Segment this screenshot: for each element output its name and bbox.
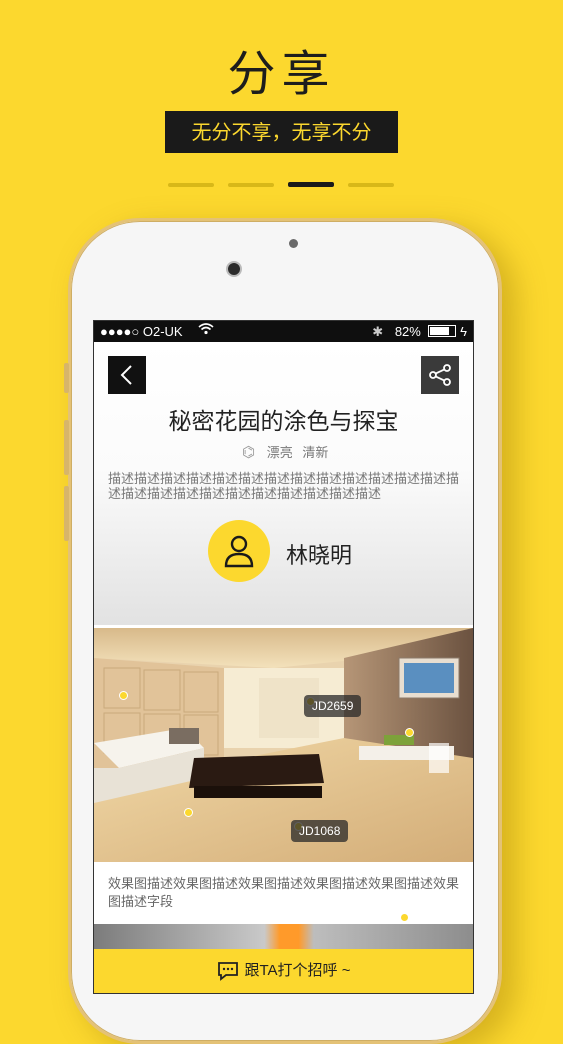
article-header: 秘密花园的涂色与探宝 ⌬ 漂亮 清新 描述描述描述描述描述描述描述描述描述描述描… bbox=[94, 342, 473, 625]
author-name[interactable]: 林晓明 bbox=[286, 538, 352, 570]
hotspot-marker[interactable] bbox=[400, 913, 409, 922]
phone-volume-down bbox=[64, 486, 69, 541]
tag-list: ⌬ 漂亮 清新 bbox=[242, 442, 334, 461]
living-room-image bbox=[94, 628, 473, 862]
share-button[interactable] bbox=[421, 356, 459, 394]
author-avatar[interactable] bbox=[208, 520, 270, 582]
charging-icon: ϟ bbox=[460, 324, 467, 339]
status-bar: ●●●●○ O2-UK ✱ 82% ϟ bbox=[94, 321, 473, 342]
phone-volume-up bbox=[64, 420, 69, 475]
phone-speaker bbox=[289, 239, 298, 248]
hotspot-marker[interactable] bbox=[119, 691, 128, 700]
room-photo[interactable]: JD2659 JD1068 bbox=[94, 628, 473, 862]
bluetooth-icon: ✱ bbox=[372, 324, 384, 339]
hotspot-marker[interactable] bbox=[405, 728, 414, 737]
say-hello-button[interactable]: 跟TA打个招呼 ~ bbox=[94, 949, 473, 993]
phone-side-button bbox=[64, 363, 69, 393]
chevron-left-icon bbox=[120, 365, 132, 385]
article-description: 描述描述描述描述描述描述描述描述描述描述描述描述描述描述描述描述描述描述描述描述… bbox=[108, 472, 460, 502]
product-tag[interactable]: JD2659 bbox=[304, 695, 362, 717]
tag-item[interactable]: 漂亮 bbox=[267, 445, 293, 460]
page-indicator bbox=[168, 182, 394, 188]
carrier-label: ●●●●○ O2-UK bbox=[100, 324, 183, 339]
tag-item[interactable]: 清新 bbox=[302, 445, 328, 460]
hero-title: 分享 bbox=[227, 46, 336, 102]
article-title: 秘密花园的涂色与探宝 bbox=[168, 409, 399, 435]
back-button[interactable] bbox=[108, 356, 146, 394]
wifi-icon bbox=[198, 321, 214, 342]
battery-percent: 82% bbox=[394, 324, 421, 339]
phone-screen: ●●●●○ O2-UK ✱ 82% ϟ 秘密花园的涂色与探宝 ⌬ 漂亮 清新 描… bbox=[93, 320, 474, 994]
share-icon bbox=[429, 364, 451, 386]
product-tag[interactable]: JD1068 bbox=[291, 820, 349, 842]
say-hello-label: 跟TA打个招呼 ~ bbox=[244, 962, 351, 979]
page-dot-active[interactable] bbox=[288, 182, 334, 187]
hotspot-marker[interactable] bbox=[184, 808, 193, 817]
page-dot[interactable] bbox=[168, 183, 214, 187]
battery-icon bbox=[428, 325, 457, 337]
page-dot[interactable] bbox=[228, 183, 274, 187]
user-icon bbox=[224, 535, 254, 568]
tag-icon: ⌬ bbox=[242, 444, 256, 461]
photo-description: 效果图描述效果图描述效果图描述效果图描述效果图描述效果图描述字段 bbox=[108, 877, 460, 910]
hero-subtitle: 无分不享，无享不分 bbox=[165, 111, 398, 153]
page-dot[interactable] bbox=[348, 183, 394, 187]
chat-icon bbox=[217, 962, 238, 981]
battery-status: ✱ 82% ϟ bbox=[372, 321, 467, 342]
phone-camera bbox=[226, 261, 242, 277]
